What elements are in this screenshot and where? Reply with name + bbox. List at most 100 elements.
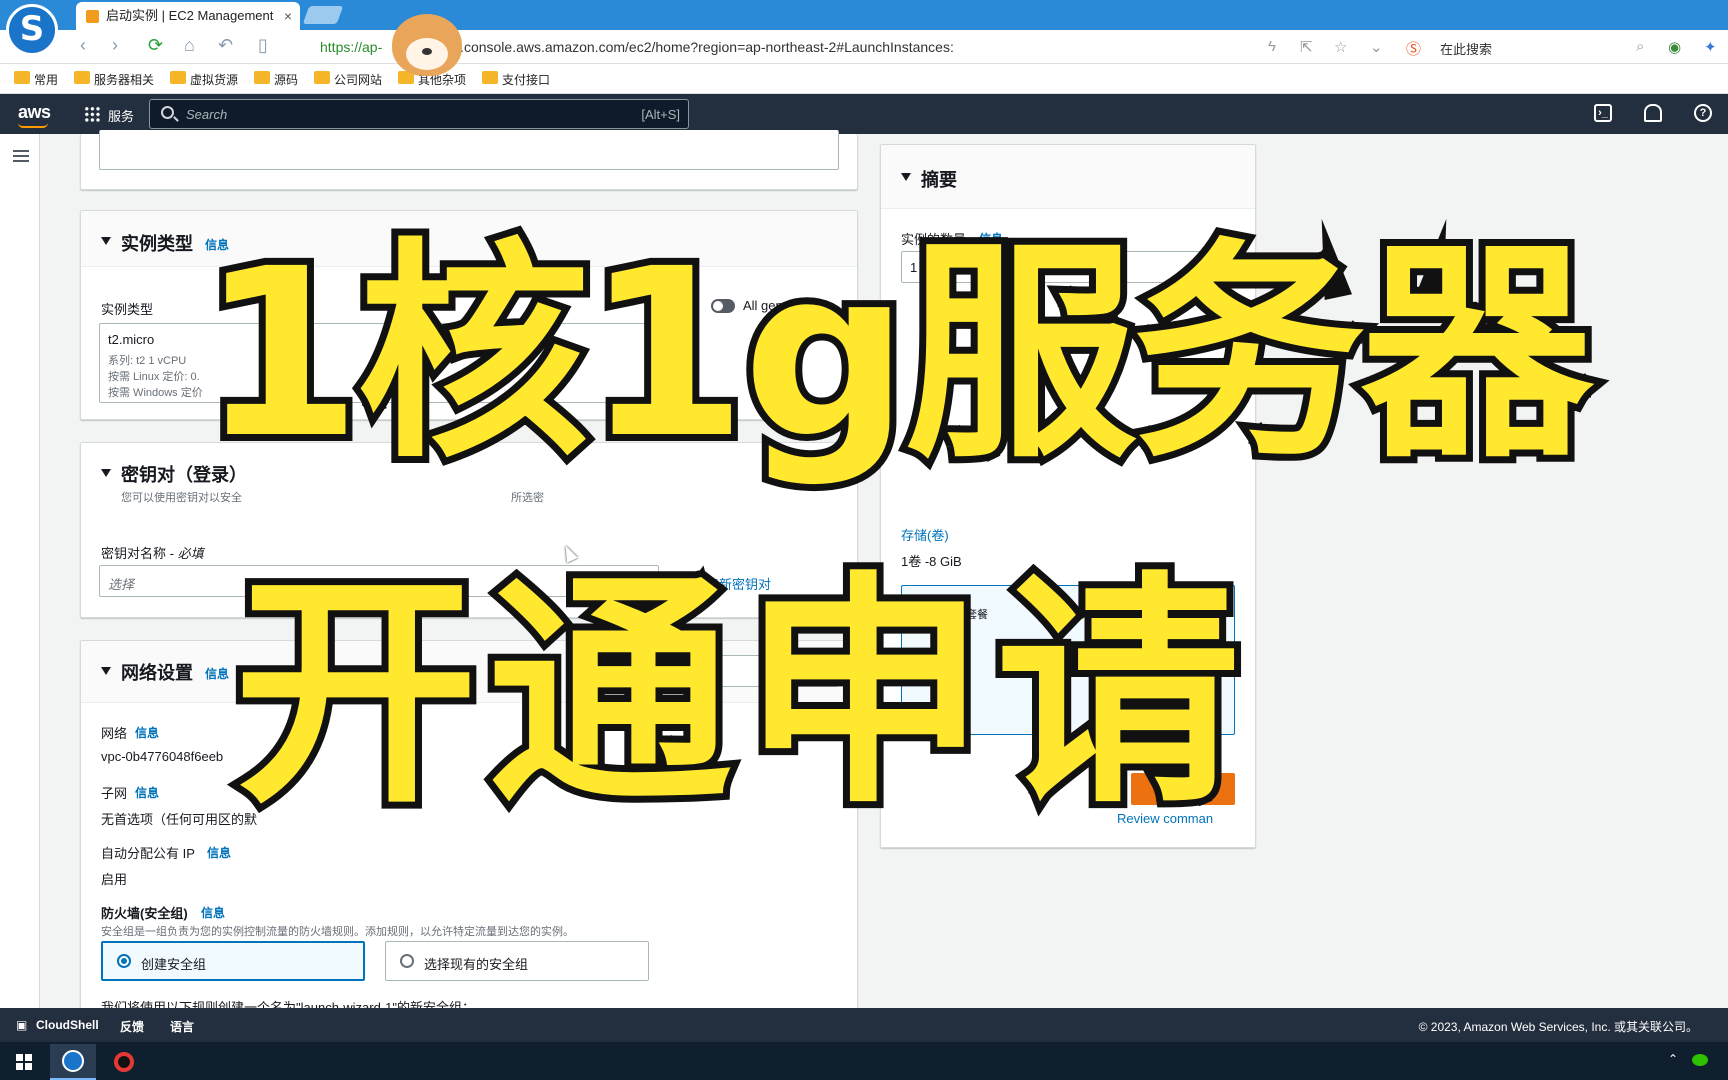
wechat-tray-icon[interactable] <box>1692 1054 1708 1066</box>
info-link[interactable]: 信息 <box>205 665 229 682</box>
record-icon <box>114 1052 134 1072</box>
url-scheme: https://ap- <box>320 39 383 55</box>
feedback-link[interactable]: 反馈 <box>120 1018 144 1035</box>
previous-section-field[interactable] <box>99 130 839 170</box>
copyright-text: © 2023, Amazon Web Services, Inc. 或其关联公司… <box>1418 1020 1698 1034</box>
bookmark-folder[interactable]: 服务器相关 <box>74 71 154 88</box>
info-link[interactable]: 信息 <box>201 904 225 921</box>
reader-icon[interactable]: ▯ <box>258 35 268 56</box>
summary-title: 摘要 <box>921 170 957 190</box>
instance-type-title: 实例类型 <box>121 234 193 254</box>
bell-icon[interactable] <box>1644 104 1662 122</box>
bookmark-folder[interactable]: 支付接口 <box>482 71 550 88</box>
summary-header[interactable]: 摘要 <box>881 145 1255 209</box>
browser-tab-bar: 启动实例 | EC2 Management × <box>0 0 1728 30</box>
firewall-label: 防火墙(安全组) <box>101 906 188 921</box>
instance-type-value: t2.micro <box>108 332 155 347</box>
linux-pricing: 按需 Linux 定价: 0. <box>108 371 200 383</box>
services-grid-icon[interactable] <box>84 106 100 122</box>
previous-section-panel <box>80 130 858 190</box>
new-tab-button[interactable] <box>302 6 344 24</box>
taskbar-recorder-app[interactable] <box>100 1044 146 1080</box>
cloudshell-icon[interactable]: ›_ <box>1594 104 1612 122</box>
key-pair-description-tail: 所选密 <box>511 492 544 504</box>
collapse-caret-icon[interactable] <box>101 469 111 477</box>
overlay-title-line2: 开通申请 <box>227 552 1250 836</box>
search-icon[interactable]: ⌕ <box>1636 38 1644 55</box>
search-engine-icon[interactable]: Ⓢ <box>1406 38 1421 59</box>
public-ip-value: 启用 <box>101 872 128 887</box>
cloudshell-link[interactable]: CloudShell <box>36 1018 99 1032</box>
instance-family: 系列: t2 1 vCPU <box>108 355 187 367</box>
storage-link[interactable]: 存储(卷) <box>901 525 949 544</box>
tray-chevron-icon[interactable]: ⌃ <box>1668 1052 1678 1066</box>
network-settings-title: 网络设置 <box>121 663 193 683</box>
create-security-group-radio[interactable] <box>117 954 131 968</box>
info-link[interactable]: 信息 <box>207 844 231 861</box>
subnet-label: 子网 <box>101 786 128 801</box>
language-link[interactable]: 语言 <box>170 1018 194 1035</box>
extension-icon[interactable]: ◉ <box>1668 38 1681 56</box>
existing-security-group-option[interactable]: 选择现有的安全组 <box>385 941 649 981</box>
collapse-caret-icon[interactable] <box>101 237 111 245</box>
bookmark-folder[interactable]: 常用 <box>14 71 58 88</box>
aws-logo[interactable]: aws <box>18 102 51 128</box>
browser-search-input[interactable]: 在此搜索 <box>1440 39 1492 58</box>
key-pair-placeholder: 选择 <box>108 577 135 592</box>
key-pair-name-label: 密钥对名称 - 必填 <box>101 546 204 561</box>
search-shortcut: [Alt+S] <box>641 107 680 122</box>
search-icon <box>161 106 174 119</box>
help-icon[interactable]: ? <box>1694 104 1712 122</box>
windows-taskbar: ⌃ <box>0 1042 1728 1080</box>
services-menu[interactable]: 服务 <box>108 106 134 125</box>
bookmark-folder[interactable]: 源码 <box>254 71 298 88</box>
existing-security-group-label: 选择现有的安全组 <box>424 957 529 972</box>
refresh-icon[interactable]: ⟳ <box>148 35 163 56</box>
home-icon[interactable]: ⌂ <box>184 35 195 56</box>
cloudshell-icon[interactable]: ▣ <box>16 1018 27 1032</box>
taskbar-browser-app[interactable] <box>50 1044 96 1080</box>
tab-close-icon[interactable]: × <box>284 2 292 30</box>
bird-extension-icon[interactable]: ✦ <box>1704 38 1717 56</box>
bookmark-folder[interactable]: 虚拟货源 <box>170 71 238 88</box>
share-icon[interactable]: ⇱ <box>1300 38 1313 56</box>
bookmark-folder[interactable]: 公司网站 <box>314 71 382 88</box>
browser-app-icon <box>62 1050 84 1072</box>
tab-title: 启动实例 | EC2 Management <box>106 8 274 23</box>
aws-footer: ▣ CloudShell 反馈 语言 © 2023, Amazon Web Se… <box>0 1008 1728 1042</box>
firewall-description: 安全组是一组负责为您的实例控制流量的防火墙规则。添加规则，以允许特定流量到达您的… <box>101 926 574 938</box>
create-security-group-label: 创建安全组 <box>141 957 207 972</box>
collapse-caret-icon[interactable] <box>901 173 911 181</box>
windows-pricing: 按需 Windows 定价 <box>108 387 203 399</box>
create-security-group-option[interactable]: 创建安全组 <box>101 941 365 981</box>
star-icon[interactable]: ☆ <box>1334 38 1347 56</box>
tab-ec2-launch[interactable]: 启动实例 | EC2 Management × <box>76 2 300 30</box>
menu-icon[interactable] <box>13 150 29 162</box>
undo-icon[interactable]: ↶ <box>218 35 233 56</box>
instance-type-label: 实例类型 <box>101 302 154 317</box>
forward-icon[interactable]: › <box>112 35 118 56</box>
collapse-caret-icon[interactable] <box>101 667 111 675</box>
info-link[interactable]: 信息 <box>135 784 159 801</box>
url-path: 2.console.aws.amazon.com/ec2/home?region… <box>452 39 954 55</box>
aws-search-input[interactable]: Search [Alt+S] <box>149 99 689 129</box>
back-icon[interactable]: ‹ <box>80 35 86 56</box>
aws-favicon-icon <box>86 10 99 23</box>
network-label: 网络 <box>101 726 128 741</box>
existing-security-group-radio[interactable] <box>400 954 414 968</box>
shiba-dog-icon <box>392 14 462 76</box>
side-nav-rail <box>0 134 40 1008</box>
address-bar: ‹ › ⟳ ⌂ ↶ ▯ https://ap- 2.console.aws.ama… <box>0 30 1728 64</box>
info-link[interactable]: 信息 <box>135 724 159 741</box>
lightning-icon[interactable]: ϟ <box>1268 38 1276 55</box>
windows-start-icon[interactable] <box>16 1054 32 1070</box>
bookmarks-bar: 常用 服务器相关 虚拟货源 源码 公司网站 其他杂项 支付接口 <box>0 64 1728 94</box>
browser-logo-icon[interactable]: S <box>6 4 58 56</box>
required-marker: 必填 <box>177 546 204 561</box>
chevron-down-icon[interactable]: ⌄ <box>1370 38 1383 56</box>
aws-top-nav: aws 服务 Search [Alt+S] ›_ ? <box>0 94 1728 134</box>
network-value: vpc-0b4776048f6eeb <box>101 749 224 764</box>
search-placeholder: Search <box>186 107 228 122</box>
key-pair-description: 您可以使用密钥对以安全 <box>121 492 242 504</box>
overlay-title-line1: 1核1g服务器 <box>193 219 1600 489</box>
